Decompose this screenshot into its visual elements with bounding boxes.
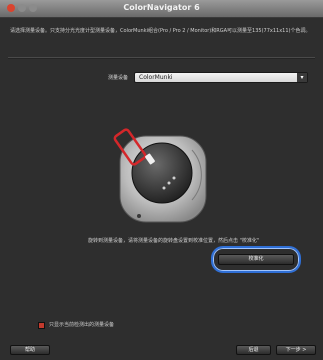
device-select[interactable]: ColorMunki ▾ — [134, 72, 308, 83]
help-button[interactable]: 帮助 — [10, 345, 50, 355]
window-title: ColorNavigator 6 — [123, 3, 200, 12]
device-select-value: ColorMunki — [139, 74, 173, 81]
show-detected-devices-checkbox[interactable] — [38, 322, 45, 329]
back-button[interactable]: 后退 — [236, 345, 271, 355]
title-bar: ColorNavigator 6 — [0, 0, 323, 18]
device-label: 测量设备 — [107, 75, 128, 81]
calibration-position-dot — [137, 214, 141, 218]
description-text: 请选择测量设备。只支持分光光度计型测量设备，ColorMunki组合(Pro /… — [10, 28, 311, 34]
next-button[interactable]: 下一步 > — [276, 345, 316, 355]
dial-marker-2 — [167, 181, 171, 185]
chevron-down-icon: ▾ — [297, 73, 307, 82]
device-dial — [131, 142, 193, 204]
instruction-text: 旋转到测量设备，请将测量设备的旋转盘设置到校准位置，然后点击 "校准化" — [88, 238, 260, 244]
dial-marker-3 — [162, 186, 166, 190]
app-window: ColorNavigator 6 请选择测量设备。只支持分光光度计型测量设备，C… — [0, 0, 323, 360]
colormunki-device-illustration — [113, 128, 207, 223]
divider — [8, 57, 315, 59]
calibrate-button[interactable]: 校准化 — [218, 254, 294, 265]
show-detected-devices-label: 只显示当前检测出的测量设备 — [49, 322, 115, 328]
dial-marker-1 — [172, 176, 176, 180]
